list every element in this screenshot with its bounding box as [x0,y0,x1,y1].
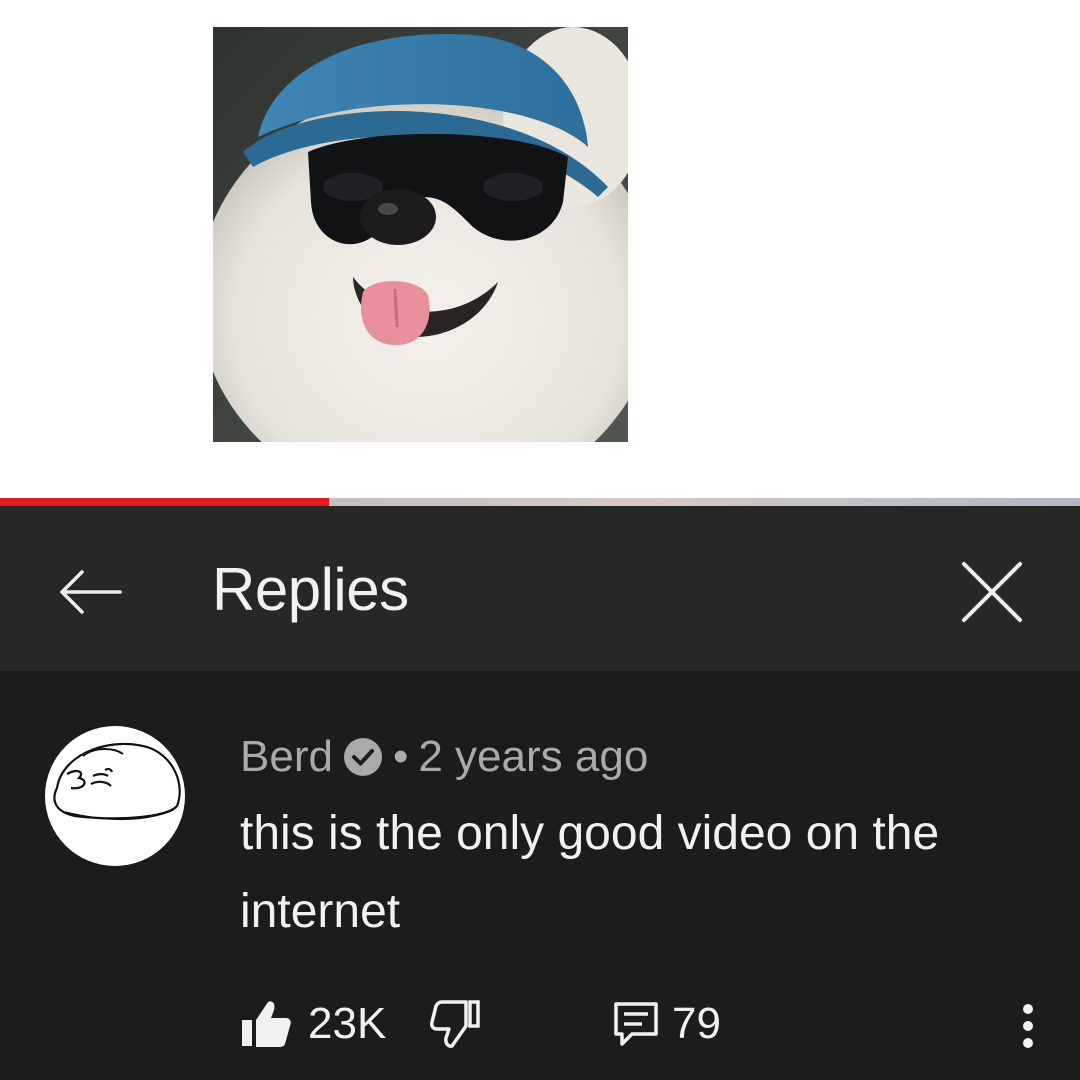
replies-header: Replies [0,506,1080,671]
more-vertical-icon [1023,1004,1033,1048]
doodle-avatar-drawing [53,742,181,821]
comment: Berd • 2 years ago this is the only good… [0,671,1080,1080]
dislike-button[interactable] [430,998,482,1050]
close-icon [962,562,1022,622]
back-button[interactable] [52,554,128,630]
reply-count: 79 [672,999,721,1048]
comment-actions: 23K 79 [0,996,1080,1056]
thumbs-up-filled-icon [242,1001,291,1047]
comment-author[interactable]: Berd [240,732,333,782]
meta-separator: • [392,732,409,781]
avatar[interactable] [45,726,185,866]
replies-panel: Replies Berd • 2 years ago this is the o… [0,506,1080,1080]
comment-timestamp: 2 years ago [418,732,649,781]
thumbs-down-icon [430,1000,480,1048]
like-count: 23K [308,999,387,1048]
comment-meta: Berd • 2 years ago [240,729,648,785]
reply-icon [614,1002,658,1046]
video-progress-bar[interactable] [0,498,1080,506]
comment-text: this is the only good video on the inter… [240,807,940,938]
reply-button[interactable] [612,1000,660,1048]
header-title: Replies [212,556,409,623]
arrow-left-icon [60,570,122,614]
close-button[interactable] [952,552,1032,632]
more-options-button[interactable] [1006,996,1050,1056]
dog-sunglasses-photo [213,27,628,442]
video-progress-fill [0,498,330,506]
like-button[interactable] [240,998,292,1050]
verified-check-icon [343,737,383,777]
